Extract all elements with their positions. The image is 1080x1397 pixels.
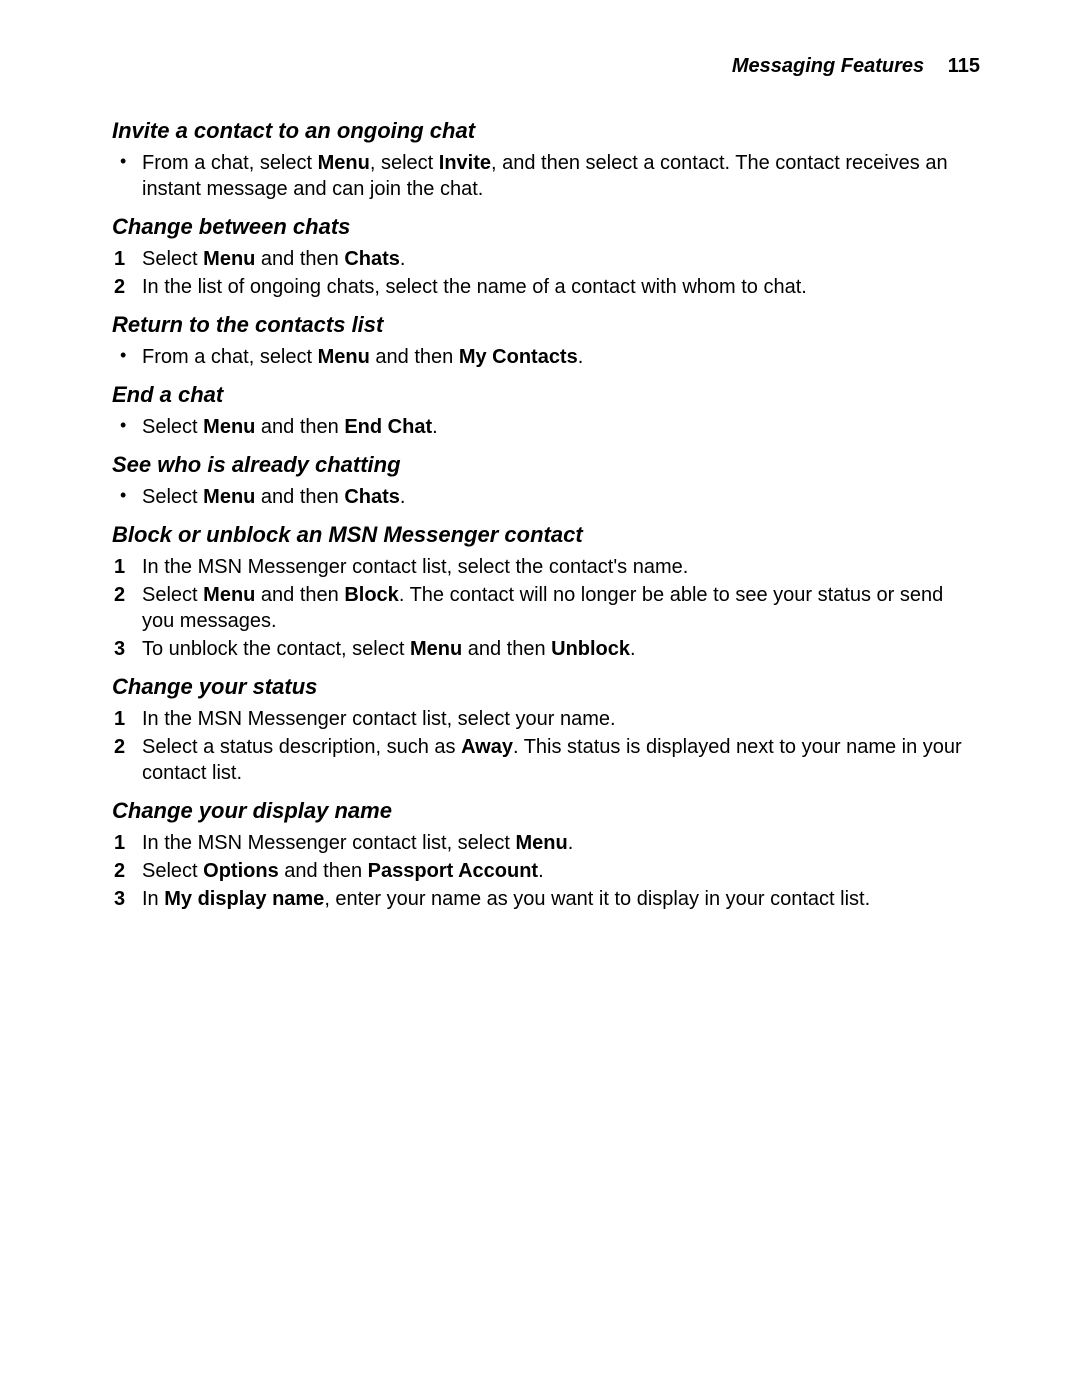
heading-display-name: Change your display name: [112, 798, 980, 824]
list-item: Select Menu and then Block. The contact …: [112, 582, 980, 634]
list-item: From a chat, select Menu and then My Con…: [112, 344, 980, 370]
page-header: Messaging Features 115: [112, 55, 980, 78]
list-invite: From a chat, select Menu, select Invite,…: [112, 150, 980, 202]
list-item: Select Options and then Passport Account…: [112, 858, 980, 884]
list-item: In the MSN Messenger contact list, selec…: [112, 830, 980, 856]
list-item: Select a status description, such as Awa…: [112, 734, 980, 786]
steps-change-chats: Select Menu and then Chats. In the list …: [112, 246, 980, 300]
section-label: Messaging Features: [732, 55, 924, 77]
list-item: To unblock the contact, select Menu and …: [112, 636, 980, 662]
heading-status: Change your status: [112, 674, 980, 700]
list-item: In the MSN Messenger contact list, selec…: [112, 706, 980, 732]
list-end: Select Menu and then End Chat.: [112, 414, 980, 440]
steps-display-name: In the MSN Messenger contact list, selec…: [112, 830, 980, 912]
heading-invite: Invite a contact to an ongoing chat: [112, 118, 980, 144]
steps-block: In the MSN Messenger contact list, selec…: [112, 554, 980, 662]
heading-see-who: See who is already chatting: [112, 452, 980, 478]
heading-block: Block or unblock an MSN Messenger contac…: [112, 522, 980, 548]
list-item: Select Menu and then Chats.: [112, 484, 980, 510]
list-item: In the list of ongoing chats, select the…: [112, 274, 980, 300]
list-item: Select Menu and then Chats.: [112, 246, 980, 272]
list-item: In My display name, enter your name as y…: [112, 886, 980, 912]
list-item: Select Menu and then End Chat.: [112, 414, 980, 440]
list-see-who: Select Menu and then Chats.: [112, 484, 980, 510]
page-number: 115: [948, 55, 980, 77]
heading-end: End a chat: [112, 382, 980, 408]
steps-status: In the MSN Messenger contact list, selec…: [112, 706, 980, 786]
list-item: In the MSN Messenger contact list, selec…: [112, 554, 980, 580]
list-return: From a chat, select Menu and then My Con…: [112, 344, 980, 370]
list-item: From a chat, select Menu, select Invite,…: [112, 150, 980, 202]
heading-change-chats: Change between chats: [112, 214, 980, 240]
heading-return: Return to the contacts list: [112, 312, 980, 338]
